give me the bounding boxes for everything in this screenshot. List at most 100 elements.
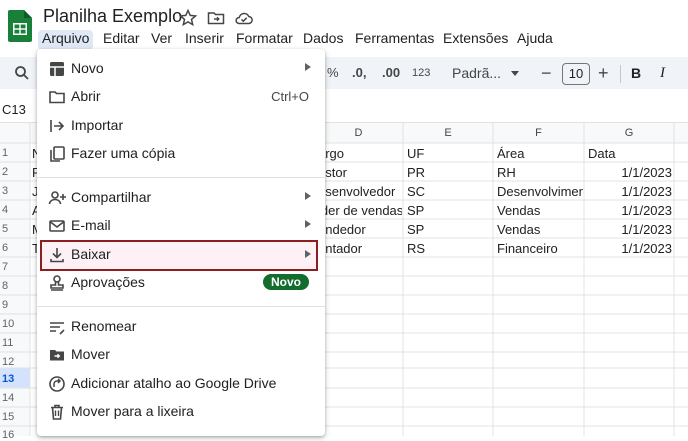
new-badge: Novo [263, 274, 309, 290]
menu-editar[interactable]: Editar [99, 30, 144, 50]
import-icon [50, 120, 65, 132]
menu-item-novo[interactable]: Novo [37, 55, 325, 83]
row-header[interactable]: 4 [0, 204, 32, 216]
menu-extensoes[interactable]: Extensões [439, 30, 512, 50]
bold-button[interactable]: B [631, 57, 641, 89]
cell-area-header[interactable]: Área [497, 146, 583, 161]
cell[interactable]: SP [407, 203, 491, 218]
cell-data-header[interactable]: Data [588, 146, 672, 161]
cell-uf-header[interactable]: UF [407, 146, 491, 161]
row-header[interactable]: 15 [0, 411, 32, 423]
menu-item-abrir[interactable]: Abrir Ctrl+O [37, 83, 325, 111]
column-header-d[interactable]: D [314, 123, 403, 143]
format-percent-button[interactable]: % [327, 57, 339, 89]
font-family-select[interactable]: Padrã... [452, 57, 501, 89]
cell-cargo-header[interactable]: argo [318, 146, 402, 161]
cell-date[interactable]: 1/1/2023 [588, 184, 672, 199]
cell-date[interactable]: 1/1/2023 [588, 165, 672, 180]
open-folder-icon [49, 91, 65, 104]
cell[interactable]: ider de vendas [318, 203, 402, 218]
decrease-font-size-button[interactable]: − [541, 57, 552, 89]
search-menus-icon[interactable] [14, 65, 30, 81]
cell[interactable]: SC [407, 184, 491, 199]
cell[interactable]: Vendas [497, 222, 583, 237]
menu-dados[interactable]: Dados [299, 30, 347, 50]
row-header[interactable]: 5 [0, 223, 32, 235]
menu-arquivo[interactable]: Arquivo [38, 30, 94, 50]
italic-button[interactable]: I [660, 57, 665, 89]
move-folder-icon [50, 350, 64, 361]
row-header[interactable]: 10 [0, 318, 32, 330]
menu-item-label: Mover [71, 346, 110, 362]
cell[interactable]: esenvolvedor [318, 184, 402, 199]
menu-item-aprovacoes[interactable]: Aprovações Novo [37, 269, 325, 297]
cell[interactable]: Vendas [497, 203, 583, 218]
cell[interactable]: Desenvolvimento [497, 184, 583, 199]
row-header[interactable]: 7 [0, 261, 32, 273]
row-header[interactable]: 16 [0, 429, 32, 441]
menu-item-label: Aprovações [71, 274, 145, 290]
row-header[interactable]: 3 [0, 185, 32, 197]
menu-item-renomear[interactable]: Renomear [37, 313, 325, 341]
menu-item-lixeira[interactable]: Mover para a lixeira [37, 398, 325, 426]
row-header-selected[interactable]: 13 [0, 373, 32, 385]
menu-inserir[interactable]: Inserir [181, 30, 228, 50]
row-header[interactable]: 2 [0, 166, 32, 178]
rename-icon [50, 322, 65, 335]
cell[interactable]: SP [407, 222, 491, 237]
font-dropdown-icon[interactable] [511, 71, 519, 76]
row-header[interactable]: 6 [0, 242, 32, 254]
name-box[interactable]: C13 [2, 102, 26, 117]
cell[interactable]: RH [497, 165, 583, 180]
font-size-input[interactable]: 10 [562, 63, 590, 85]
menu-separator [37, 177, 325, 178]
increase-decimal-button[interactable]: .00 [382, 57, 400, 89]
menu-item-mover[interactable]: Mover [37, 341, 325, 369]
menu-item-label: Abrir [71, 88, 101, 104]
cell-date[interactable]: 1/1/2023 [588, 241, 672, 256]
menu-item-fazer-copia[interactable]: Fazer uma cópia [37, 140, 325, 168]
star-icon[interactable] [178, 8, 198, 28]
menu-ver[interactable]: Ver [147, 30, 176, 50]
menu-item-label: E-mail [71, 217, 111, 233]
menu-item-email[interactable]: E-mail [37, 212, 325, 240]
cell-date[interactable]: 1/1/2023 [588, 222, 672, 237]
column-header-e[interactable]: E [403, 123, 493, 143]
cloud-saved-icon[interactable] [234, 8, 254, 28]
menu-item-compartilhar[interactable]: Compartilhar [37, 184, 325, 212]
cell[interactable]: estor [318, 165, 402, 180]
row-header[interactable]: 1 [0, 147, 32, 159]
menu-item-label: Novo [71, 60, 104, 76]
cell[interactable]: ontador [318, 241, 402, 256]
shortcut-label: Ctrl+O [271, 89, 309, 104]
more-formats-button[interactable]: 123 [412, 57, 430, 89]
menu-item-adicionar-atalho[interactable]: Adicionar atalho ao Google Drive [37, 370, 325, 398]
row-header[interactable]: 11 [0, 337, 32, 349]
row-header[interactable]: 14 [0, 392, 32, 404]
cell[interactable]: endedor [318, 222, 402, 237]
toolbar-divider [620, 65, 621, 83]
menu-ferramentas[interactable]: Ferramentas [351, 30, 438, 50]
document-title[interactable]: Planilha Exemplo [43, 6, 182, 27]
cell-date[interactable]: 1/1/2023 [588, 203, 672, 218]
row-header[interactable]: 8 [0, 280, 32, 292]
cell[interactable]: Financeiro [497, 241, 583, 256]
new-sheet-icon [50, 62, 64, 76]
menu-ajuda[interactable]: Ajuda [513, 30, 557, 50]
menu-item-importar[interactable]: Importar [37, 112, 325, 140]
trash-icon [51, 404, 63, 420]
submenu-arrow-icon [305, 63, 311, 71]
move-folder-icon[interactable] [206, 8, 226, 28]
sheets-logo-icon[interactable] [8, 10, 32, 42]
column-header-f[interactable]: F [493, 123, 584, 143]
menu-separator [37, 306, 325, 307]
increase-font-size-button[interactable]: + [598, 57, 609, 89]
menu-formatar[interactable]: Formatar [232, 30, 297, 50]
column-header-g[interactable]: G [584, 123, 674, 143]
row-header[interactable]: 12 [0, 356, 32, 368]
cell[interactable]: RS [407, 241, 491, 256]
decrease-decimal-button[interactable]: .0, [352, 57, 366, 89]
menu-item-label: Compartilhar [71, 189, 152, 205]
cell[interactable]: PR [407, 165, 491, 180]
row-header[interactable]: 9 [0, 299, 32, 311]
